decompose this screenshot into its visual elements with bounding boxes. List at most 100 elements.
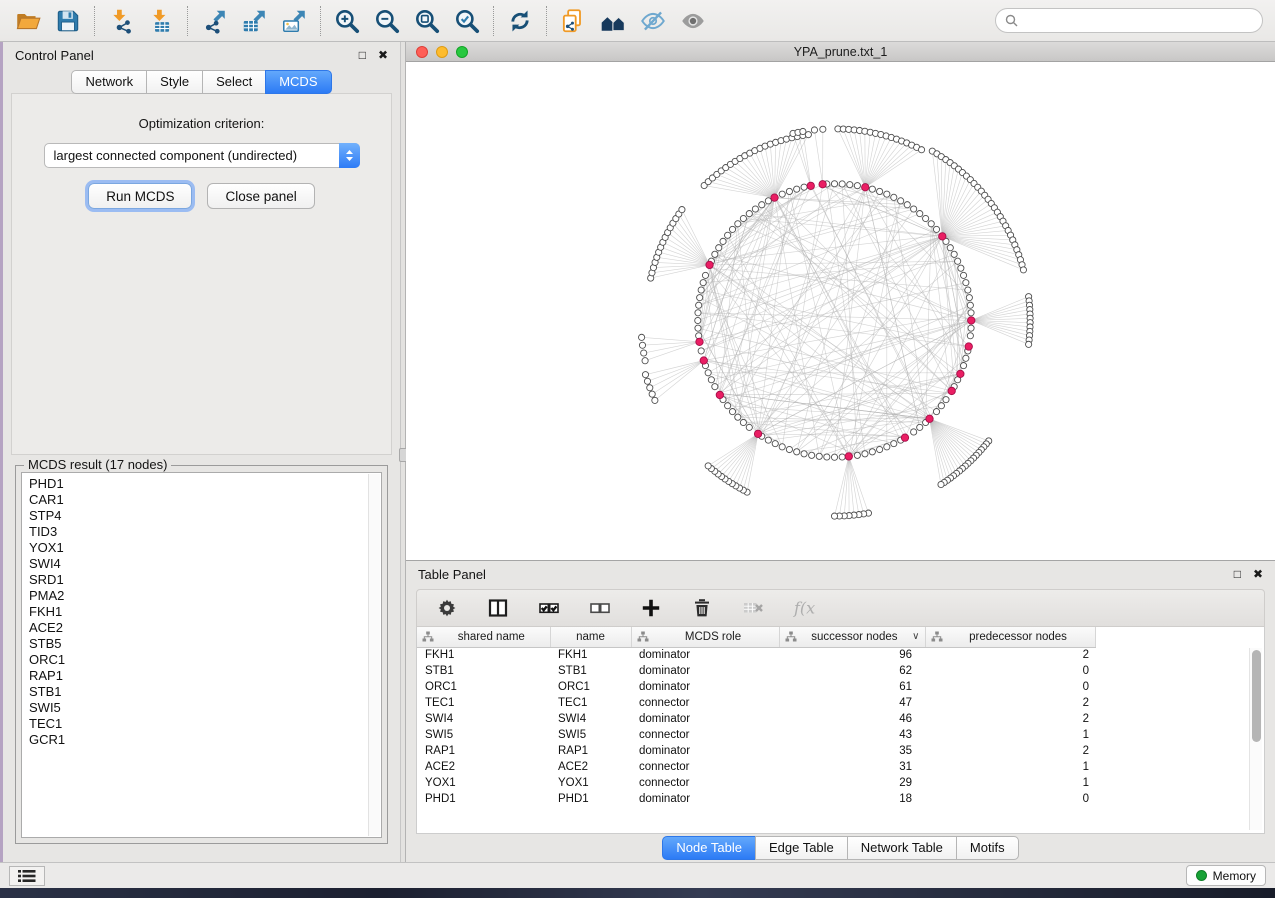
graph-node[interactable] [847, 182, 853, 188]
graph-node[interactable] [923, 215, 929, 221]
graph-node[interactable] [698, 287, 704, 293]
maximize-window-icon[interactable] [456, 46, 468, 58]
graph-node[interactable] [938, 403, 944, 409]
mcds-node[interactable] [807, 182, 814, 189]
table-row[interactable]: PHD1PHD1dominator180 [417, 791, 1095, 807]
graph-node[interactable] [649, 391, 655, 397]
mcds-node[interactable] [754, 430, 761, 437]
graph-node[interactable] [729, 409, 735, 415]
graph-edge[interactable] [708, 434, 758, 466]
column-header-name[interactable]: name [550, 627, 631, 647]
graph-edge[interactable] [827, 184, 969, 347]
table-row[interactable]: RAP1RAP1dominator352 [417, 743, 1095, 759]
optimization-criterion-select[interactable]: largest connected component (undirected) [44, 143, 360, 168]
tab-node-table[interactable]: Node Table [662, 836, 755, 860]
graph-node[interactable] [831, 181, 837, 187]
graph-node[interactable] [752, 206, 758, 212]
graph-node[interactable] [958, 265, 964, 271]
graph-node[interactable] [647, 385, 653, 391]
graph-node[interactable] [735, 221, 741, 227]
search-input[interactable] [1024, 14, 1253, 28]
graph-node[interactable] [740, 215, 746, 221]
graph-node[interactable] [951, 251, 957, 257]
graph-node[interactable] [911, 429, 917, 435]
graph-node[interactable] [904, 202, 910, 208]
graph-node[interactable] [938, 481, 944, 487]
mcds-node[interactable] [716, 391, 723, 398]
mcds-result-item[interactable]: CAR1 [29, 492, 381, 508]
export-image-button[interactable] [278, 5, 310, 37]
graph-edge[interactable] [849, 456, 869, 513]
graph-node[interactable] [740, 419, 746, 425]
graph-edge[interactable] [650, 361, 704, 388]
graph-node[interactable] [966, 295, 972, 301]
graph-node[interactable] [968, 325, 974, 331]
graph-node[interactable] [968, 310, 974, 316]
graph-node[interactable] [712, 251, 718, 257]
graph-node[interactable] [705, 370, 711, 376]
column-header-predecessor-nodes[interactable]: predecessor nodes [925, 627, 1095, 647]
graph-node[interactable] [720, 238, 726, 244]
tab-edge-table[interactable]: Edge Table [755, 836, 847, 860]
graph-node[interactable] [779, 191, 785, 197]
graph-edge[interactable] [732, 434, 758, 484]
graph-edge[interactable] [738, 224, 758, 434]
graph-edge[interactable] [814, 130, 822, 184]
table-row[interactable]: ACE2ACE2connector311 [417, 759, 1095, 775]
graph-node[interactable] [765, 437, 771, 443]
graph-node[interactable] [708, 377, 714, 383]
close-panel-button[interactable]: Close panel [207, 183, 314, 209]
graph-edge[interactable] [738, 189, 797, 417]
graph-edge[interactable] [860, 130, 866, 187]
graph-node[interactable] [697, 295, 703, 301]
table-row[interactable]: FKH1FKH1dominator962 [417, 647, 1095, 663]
graph-node[interactable] [679, 207, 685, 213]
graph-node[interactable] [967, 333, 973, 339]
graph-node[interactable] [933, 226, 939, 232]
table-scrollbar-thumb[interactable] [1252, 650, 1261, 742]
mcds-result-item[interactable]: ACE2 [29, 620, 381, 636]
graph-node[interactable] [695, 310, 701, 316]
graph-node[interactable] [1026, 341, 1032, 347]
graph-node[interactable] [960, 272, 966, 278]
zoom-in-button[interactable] [331, 5, 363, 37]
graph-node[interactable] [652, 397, 658, 403]
mcds-result-item[interactable]: TID3 [29, 524, 381, 540]
graph-edge[interactable] [758, 191, 789, 433]
graph-edge[interactable] [711, 434, 758, 469]
mcds-result-item[interactable]: YOX1 [29, 540, 381, 556]
tab-style[interactable]: Style [146, 70, 202, 94]
graph-node[interactable] [786, 188, 792, 194]
graph-edge[interactable] [942, 180, 970, 237]
column-header-successor-nodes[interactable]: successor nodes∨ [779, 627, 925, 647]
graph-node[interactable] [955, 258, 961, 264]
graph-node[interactable] [746, 424, 752, 430]
mcds-result-item[interactable]: ORC1 [29, 652, 381, 668]
mcds-result-item[interactable]: RAP1 [29, 668, 381, 684]
save-session-button[interactable] [52, 5, 84, 37]
close-table-panel-icon[interactable]: ✖ [1253, 567, 1263, 581]
network-canvas[interactable] [406, 62, 1275, 560]
graph-node[interactable] [725, 232, 731, 238]
graph-node[interactable] [960, 362, 966, 368]
graph-node[interactable] [884, 191, 890, 197]
graph-edge[interactable] [849, 129, 866, 187]
graph-edge[interactable] [704, 186, 774, 198]
mcds-result-item[interactable]: FKH1 [29, 604, 381, 620]
graph-node[interactable] [947, 245, 953, 251]
graph-node[interactable] [702, 272, 708, 278]
mcds-result-list[interactable]: PHD1CAR1STP4TID3YOX1SWI4SRD1PMA2FKH1ACE2… [21, 472, 382, 838]
copy-network-button[interactable] [557, 5, 589, 37]
float-panel-icon[interactable]: □ [359, 48, 366, 62]
graph-node[interactable] [831, 454, 837, 460]
graph-edge[interactable] [758, 191, 880, 433]
deselect-all-rows-button[interactable] [588, 596, 612, 620]
float-table-panel-icon[interactable]: □ [1234, 567, 1241, 581]
close-window-icon[interactable] [416, 46, 428, 58]
tab-mcds[interactable]: MCDS [265, 70, 331, 94]
graph-edge[interactable] [698, 313, 971, 321]
graph-node[interactable] [911, 206, 917, 212]
list-scrollbar[interactable] [368, 474, 380, 836]
graph-node[interactable] [642, 372, 648, 378]
apply-layout-button[interactable] [504, 5, 536, 37]
